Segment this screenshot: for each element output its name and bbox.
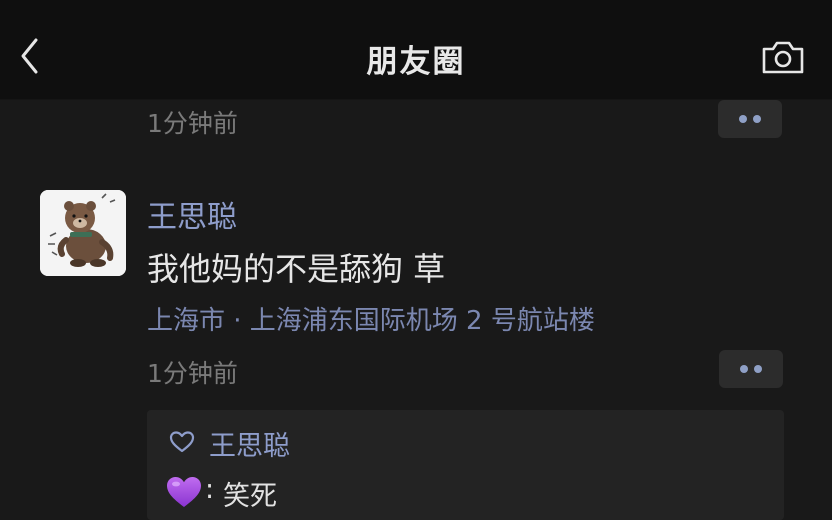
post-username[interactable]: 王思聪 (147, 192, 237, 236)
more-dot-icon (739, 115, 747, 123)
like-name[interactable]: 王思聪 (209, 424, 290, 463)
more-dot-icon (753, 115, 761, 123)
camera-button[interactable] (760, 38, 806, 76)
post-more-button[interactable] (719, 350, 783, 388)
previous-post-time: 1分钟前 (147, 109, 238, 138)
bear-sticker-avatar (40, 190, 126, 276)
comment-item[interactable]: : 笑死 (165, 472, 465, 512)
page-title: 朋友圈 (366, 44, 466, 80)
post-text: 我他妈的不是舔狗 草 (147, 250, 446, 288)
camera-icon (762, 41, 804, 74)
likes-comments-panel: 王思聪 : 笑死 (147, 410, 784, 520)
post-location[interactable]: 上海市 · 上海浦东国际机场 2 号航站楼 (147, 300, 595, 337)
more-dot-icon (754, 365, 762, 373)
heart-outline-icon (169, 431, 195, 453)
moments-page: 朋友圈 1分钟前 王思聪 我他妈的不是舔狗 草 上海市 · 上海浦东国际机场 2… (0, 0, 832, 520)
comment-text: 笑死 (223, 481, 277, 512)
previous-post-more-button[interactable] (718, 100, 782, 138)
post-time: 1分钟前 (147, 359, 238, 388)
nav-header: 朋友圈 (0, 0, 832, 100)
comment-separator: : (205, 474, 215, 505)
more-dot-icon (740, 365, 748, 373)
avatar[interactable] (40, 190, 126, 276)
purple-heart-emoji (167, 477, 201, 507)
